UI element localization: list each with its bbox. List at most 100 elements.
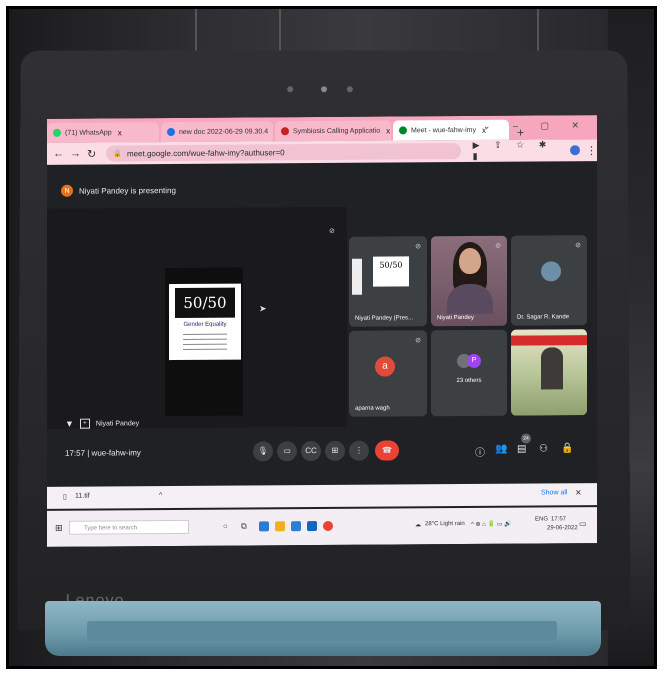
pin-icon[interactable]: ▼ (65, 419, 74, 429)
chat-icon[interactable]: ▤ (517, 444, 526, 455)
tab-gmail[interactable]: Symbiosis Calling Applicatio x (275, 120, 391, 142)
video-banner (511, 335, 587, 346)
close-tab-icon[interactable]: x (118, 128, 122, 137)
sensor-dot (287, 86, 294, 93)
system-tray-icons[interactable]: ^ ⊕ ⌂ 🔋 ▭ 🔊 (471, 521, 511, 528)
presenting-label: Niyati Pandey is presenting (79, 185, 176, 196)
tab-label: Symbiosis Calling Applicatio (293, 127, 381, 135)
people-icon[interactable]: 👥 (495, 444, 507, 455)
windows-taskbar: ⊞ Type here to search ○ ⧉ ☁ 28°C Light r… (47, 507, 597, 547)
show-all-link[interactable]: Show all (541, 489, 567, 496)
address-bar[interactable]: 🔒 meet.google.com/wue-fahw-imy?authuser=… (106, 143, 461, 162)
address-row: ← → ↻ 🔒 meet.google.com/wue-fahw-imy?aut… (47, 139, 597, 165)
slide-title: Gender Equality (183, 321, 227, 328)
forward-icon[interactable]: → (70, 148, 81, 160)
slide-logo: 50/50 (175, 287, 235, 319)
tile-name: Niyati Pandey (Pres... (355, 315, 414, 322)
edge-icon[interactable] (259, 521, 269, 532)
info-icon[interactable]: ⓘ (475, 444, 485, 459)
tile-presentation[interactable]: 50/50 ⊘ Niyati Pandey (Pres... (349, 236, 427, 327)
window-controls[interactable]: ⌄ – ▢ ✕ (483, 120, 589, 132)
person-body (541, 347, 563, 390)
download-file-name[interactable]: 11.tif (75, 493, 90, 500)
tab-label: (71) WhatsApp (65, 128, 112, 137)
meeting-time-code: 17:57 | wue-fahw-imy (65, 448, 141, 458)
activities-icon[interactable]: ⚇ (539, 443, 548, 454)
tile-name: Dr. Sagar R. Kande (517, 314, 570, 321)
chevron-up-icon[interactable]: ^ (159, 492, 162, 499)
laptop-hinge (87, 621, 557, 641)
shared-slide: 50/50 Gender Equality (169, 283, 241, 361)
participant-count-badge: 24 (521, 433, 531, 444)
file-icon: ▯ (63, 493, 67, 501)
task-view-icon[interactable]: ⧉ (241, 522, 247, 532)
chrome-icon[interactable] (323, 520, 333, 531)
reload-icon[interactable]: ↻ (87, 147, 96, 160)
camera-button[interactable]: ▭ (277, 441, 297, 462)
windows-start-icon[interactable]: ⊞ (55, 523, 63, 534)
mini-slide: 50/50 (373, 256, 409, 287)
close-tab-icon[interactable]: x (386, 126, 390, 135)
profile-avatar[interactable] (570, 145, 580, 156)
weather-icon: ☁ (415, 522, 421, 529)
mail-icon[interactable] (307, 521, 317, 532)
url-text: meet.google.com/wue-fahw-imy?authuser=0 (126, 147, 285, 158)
close-icon[interactable]: ✕ (575, 488, 582, 497)
avatar-letter: a (375, 356, 395, 377)
tile-aparna[interactable]: a ⊘ aparna wagh (349, 330, 427, 417)
end-call-button[interactable]: ☎ (375, 440, 399, 461)
person-face (459, 247, 481, 275)
language-indicator[interactable]: ENG (535, 516, 548, 522)
present-button[interactable]: ⊞ (325, 440, 345, 461)
mic-button[interactable]: 🎙 (253, 441, 273, 462)
profile-photo (541, 261, 561, 282)
tile-others[interactable]: P 23 others (431, 329, 507, 417)
mic-off-icon: ⊘ (495, 242, 501, 250)
store-icon[interactable] (291, 521, 301, 532)
tile-name: Niyati Pandey (437, 314, 475, 322)
notifications-icon[interactable]: ▭ (579, 519, 587, 528)
mic-off-icon: ⊘ (415, 337, 421, 345)
more-options-button[interactable]: ⋮ (349, 440, 369, 461)
mic-off-icon: ⊘ (575, 242, 581, 250)
gmail-icon (281, 127, 289, 136)
extension-icons[interactable]: ▶ ⇪ ☆ ✱ ▮ (473, 139, 571, 162)
tab-new-doc[interactable]: new doc 2022-06-29 09.30.4 x (161, 121, 273, 143)
tile-niyati[interactable]: ⊘ Niyati Pandey (431, 235, 507, 327)
captions-button[interactable]: CC (301, 441, 321, 462)
tile-name: 23 others (456, 377, 482, 385)
weather-text[interactable]: 28°C Light rain (425, 521, 465, 527)
file-explorer-icon[interactable] (275, 521, 285, 532)
avatar: P (467, 353, 481, 368)
meet-icon (399, 126, 407, 135)
mini-sidebar (352, 258, 362, 295)
webcam (321, 86, 327, 93)
tile-sagar[interactable]: ⊘ Dr. Sagar R. Kande (511, 235, 587, 326)
mouse-cursor-icon: ➤ (259, 303, 267, 314)
tab-whatsapp[interactable]: (71) WhatsApp x (47, 122, 159, 143)
search-placeholder: Type here to search (84, 525, 138, 532)
photo-frame: Lenovo (71) WhatsApp x new doc 2022-06-2… (6, 6, 657, 669)
slide-text-line (183, 348, 227, 350)
cortana-icon[interactable]: ○ (223, 522, 228, 531)
pinned-presenter[interactable]: ▼ + Niyati Pandey (65, 418, 139, 429)
laptop-screen: (71) WhatsApp x new doc 2022-06-29 09.30… (47, 115, 597, 547)
tab-label: Meet - wue-fahw-imy (411, 126, 476, 134)
clock-time[interactable]: 17:57 (551, 516, 566, 522)
doc-icon (167, 128, 175, 137)
slide-text-line (183, 338, 227, 340)
menu-kebab-icon[interactable]: ⋮ (586, 144, 597, 157)
mic-off-icon: ⊘ (415, 243, 421, 251)
presenting-banner: N Niyati Pandey is presenting (61, 184, 176, 197)
tile-video[interactable] (511, 329, 587, 416)
sensor-dot (346, 86, 353, 93)
meet-control-bar: 17:57 | wue-fahw-imy 🎙 ▭ CC ⊞ ⋮ ☎ ⓘ 24 👥… (47, 433, 597, 469)
back-icon[interactable]: ← (53, 148, 64, 160)
pinned-name: Niyati Pandey (95, 419, 140, 428)
present-icon: + (79, 418, 90, 429)
taskbar-search[interactable]: Type here to search (69, 519, 189, 535)
presentation-stage: 50/50 Gender Equality ⊘ (47, 206, 347, 429)
host-controls-icon[interactable]: 🔒 (561, 443, 573, 454)
whatsapp-icon (53, 128, 61, 137)
clock-date[interactable]: 29-06-2022 (547, 525, 578, 531)
